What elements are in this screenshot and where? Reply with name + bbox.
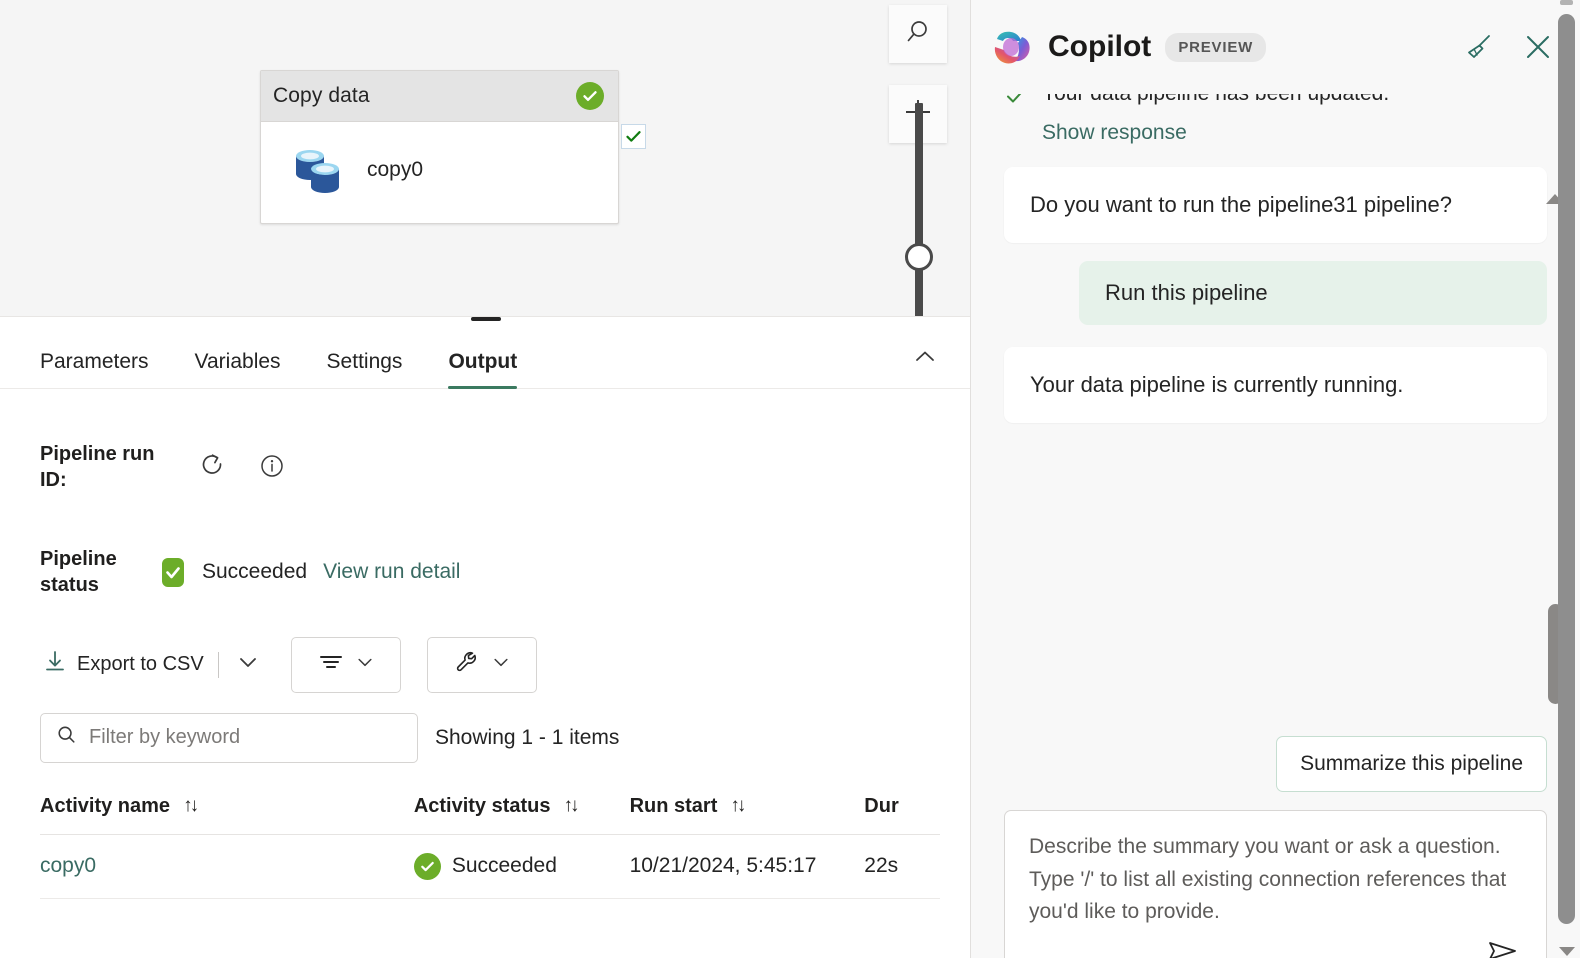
copilot-suggestions: Summarize this pipeline xyxy=(971,736,1580,792)
pipeline-canvas[interactable]: Copy data copy0 xyxy=(0,0,970,317)
pipeline-status-value: Succeeded xyxy=(202,560,308,584)
sort-arrows-icon[interactable]: ↑↓ xyxy=(564,795,580,817)
success-check-icon xyxy=(576,82,604,110)
sort-arrows-icon[interactable]: ↑↓ xyxy=(730,795,746,817)
copilot-message-list: Your data pipeline has been updated. Sho… xyxy=(971,94,1580,714)
chevron-down-icon xyxy=(355,652,375,677)
chevron-down-icon xyxy=(491,652,511,677)
copilot-system-message-text: Your data pipeline has been updated. xyxy=(1042,94,1389,108)
activity-card-copy-data[interactable]: Copy data copy0 xyxy=(260,70,619,224)
activity-card-body: copy0 xyxy=(261,122,618,196)
column-label: Dur xyxy=(864,794,899,817)
cell-duration: 22s xyxy=(864,854,899,878)
activity-card-title: Copy data xyxy=(273,84,370,107)
filter-button[interactable] xyxy=(290,636,401,693)
table-row[interactable]: copy0 Succeeded 10/21/2024, 5:45:17 22s xyxy=(40,835,940,899)
activity-runs-table: Activity name ↑↓ Activity status ↑↓ Run … xyxy=(40,795,940,899)
copilot-title: Copilot xyxy=(1048,30,1152,63)
send-icon[interactable] xyxy=(1480,929,1524,958)
tab-settings[interactable]: Settings xyxy=(327,350,403,388)
suggestion-summarize-pipeline[interactable]: Summarize this pipeline xyxy=(1276,736,1547,792)
wrench-icon xyxy=(453,648,481,681)
table-settings-button[interactable] xyxy=(426,636,537,693)
tab-output[interactable]: Output xyxy=(448,350,517,389)
activity-card-name: copy0 xyxy=(367,158,424,181)
canvas-zoom-slider-thumb[interactable] xyxy=(905,243,933,271)
column-label: Activity status xyxy=(413,794,551,817)
table-header-row: Activity name ↑↓ Activity status ↑↓ Run … xyxy=(40,795,940,835)
collapse-panel-button[interactable] xyxy=(904,338,946,380)
chevron-down-icon xyxy=(236,650,260,679)
pipeline-status-label: Pipeline status xyxy=(40,547,117,597)
view-run-detail-link[interactable]: View run detail xyxy=(323,560,460,584)
column-header-activity-status[interactable]: Activity status ↑↓ xyxy=(414,795,630,818)
preview-badge: PREVIEW xyxy=(1165,32,1267,62)
search-icon xyxy=(905,19,931,50)
showing-items-count: Showing 1 - 1 items xyxy=(435,725,620,749)
column-header-activity-name[interactable]: Activity name ↑↓ xyxy=(40,795,414,818)
chevron-up-icon xyxy=(912,344,938,375)
output-filter-row: Showing 1 - 1 items xyxy=(0,712,970,763)
cell-run-start: 10/21/2024, 5:45:17 xyxy=(629,854,817,878)
copilot-prompt-placeholder-line2: Type '/' to list all existing connection… xyxy=(1029,867,1507,924)
success-check-icon xyxy=(162,557,184,588)
success-check-icon xyxy=(1004,94,1028,113)
canvas-zoom-slider[interactable] xyxy=(905,103,933,316)
success-check-icon xyxy=(413,852,441,880)
copilot-header: Copilot PREVIEW xyxy=(971,0,1580,94)
column-label: Activity name xyxy=(40,794,171,817)
copilot-system-message: Your data pipeline has been updated. xyxy=(1004,94,1547,113)
tab-variables[interactable]: Variables xyxy=(195,350,281,388)
column-label: Run start xyxy=(629,794,718,817)
activity-card-header: Copy data xyxy=(261,71,618,122)
export-options-button[interactable] xyxy=(231,648,265,682)
download-icon xyxy=(44,650,66,680)
sort-arrows-icon[interactable]: ↑↓ xyxy=(183,795,199,817)
pipeline-status-row: Pipeline status Succeeded View run detai… xyxy=(0,546,970,599)
page-scrollbar-thumb[interactable] xyxy=(1558,14,1575,924)
copilot-assistant-message: Do you want to run the pipeline31 pipeli… xyxy=(1004,167,1547,243)
filter-lines-icon xyxy=(317,651,345,678)
export-to-csv-label: Export to CSV xyxy=(77,653,204,676)
filter-keyword-input[interactable] xyxy=(89,726,403,750)
copilot-logo-icon xyxy=(989,25,1034,70)
column-header-run-start[interactable]: Run start ↑↓ xyxy=(630,795,865,818)
cell-activity-name[interactable]: copy0 xyxy=(40,854,414,878)
export-to-csv-button[interactable]: Export to CSV xyxy=(44,650,204,680)
pipeline-run-id-row: Pipeline run ID: xyxy=(0,441,970,494)
page-scrollbar-cap xyxy=(1560,0,1573,5)
output-command-bar: Export to CSV xyxy=(0,636,970,693)
panel-resize-handle[interactable] xyxy=(471,317,501,321)
show-response-link[interactable]: Show response xyxy=(1042,121,1187,145)
copilot-prompt-box[interactable]: Describe the summary you want or ask a q… xyxy=(1004,810,1547,958)
output-tab-bar: Parameters Variables Settings Output xyxy=(0,317,970,389)
copilot-input-area: Describe the summary you want or ask a q… xyxy=(971,810,1580,958)
pipeline-run-id-label: Pipeline run ID: xyxy=(40,443,155,492)
toolbar-divider xyxy=(217,651,219,678)
copilot-user-message: Run this pipeline xyxy=(1079,260,1547,325)
copilot-assistant-message: Your data pipeline is currently running. xyxy=(1004,346,1547,423)
output-panel: Pipeline run ID: Pipeline status Succeed… xyxy=(0,389,970,899)
cell-activity-status: Succeeded xyxy=(413,852,630,880)
triangle-down-icon[interactable] xyxy=(1559,947,1575,956)
cell-activity-status-text: Succeeded xyxy=(451,854,557,878)
canvas-search-button[interactable] xyxy=(889,5,947,63)
copilot-pane: Copilot PREVIEW Show response Do you wan… xyxy=(971,0,1580,958)
database-copy-icon xyxy=(293,144,349,196)
refresh-icon[interactable] xyxy=(198,451,228,481)
copilot-prompt-placeholder-line1: Describe the summary you want or ask a q… xyxy=(1029,835,1501,858)
close-icon[interactable] xyxy=(1522,31,1554,63)
filter-search-box[interactable] xyxy=(40,712,418,763)
checkmark-icon[interactable] xyxy=(621,124,646,149)
column-header-duration[interactable]: Dur xyxy=(864,795,940,818)
info-icon[interactable] xyxy=(258,452,286,480)
broom-icon[interactable] xyxy=(1462,31,1494,63)
tab-parameters[interactable]: Parameters xyxy=(40,350,149,388)
pipeline-editor-pane: Copy data copy0 Parameters Variables Set… xyxy=(0,0,971,958)
search-icon xyxy=(55,724,77,751)
